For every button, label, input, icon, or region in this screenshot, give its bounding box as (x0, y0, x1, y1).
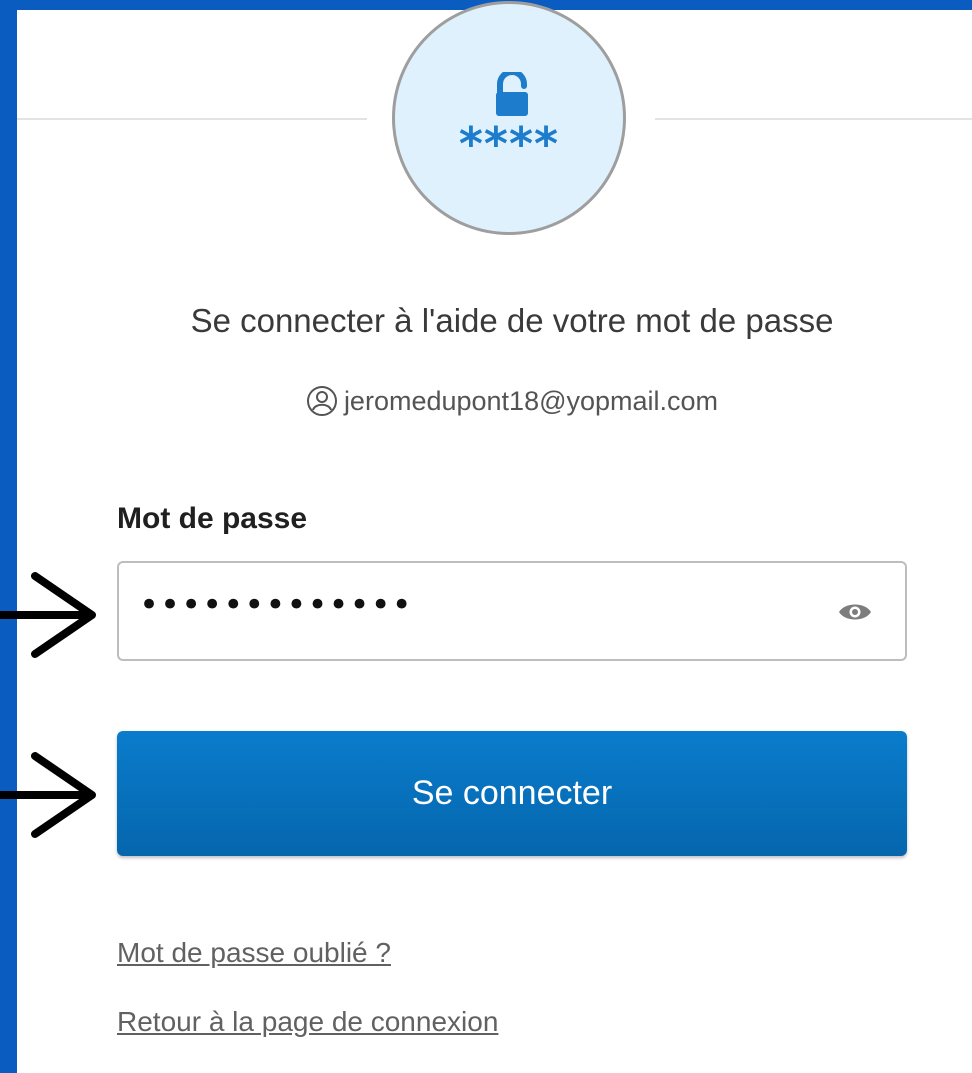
eye-icon[interactable] (837, 601, 873, 623)
account-email: jeromedupont18@yopmail.com (343, 385, 719, 416)
back-to-login-link[interactable]: Retour à la page de connexion (117, 1006, 498, 1038)
masked-stars: **** (458, 117, 560, 171)
user-circle-icon (306, 386, 337, 416)
right-arrow-icon (0, 572, 96, 658)
divider-right (655, 118, 972, 120)
password-label: Mot de passe (117, 502, 308, 535)
right-arrow-icon (0, 752, 96, 838)
account-identifier: jeromedupont18@yopmail.com (117, 385, 907, 417)
unlock-icon (496, 72, 528, 116)
sign-in-button[interactable]: Se connecter (117, 731, 907, 856)
divider-left (17, 118, 367, 120)
password-value: ••••••••••••• (139, 585, 413, 625)
password-field[interactable]: ••••••••••••• (117, 561, 907, 661)
password-badge: **** (392, 1, 626, 235)
page-title: Se connecter à l'aide de votre mot de pa… (190, 302, 834, 339)
forgot-password-link[interactable]: Mot de passe oublié ? (117, 937, 391, 969)
